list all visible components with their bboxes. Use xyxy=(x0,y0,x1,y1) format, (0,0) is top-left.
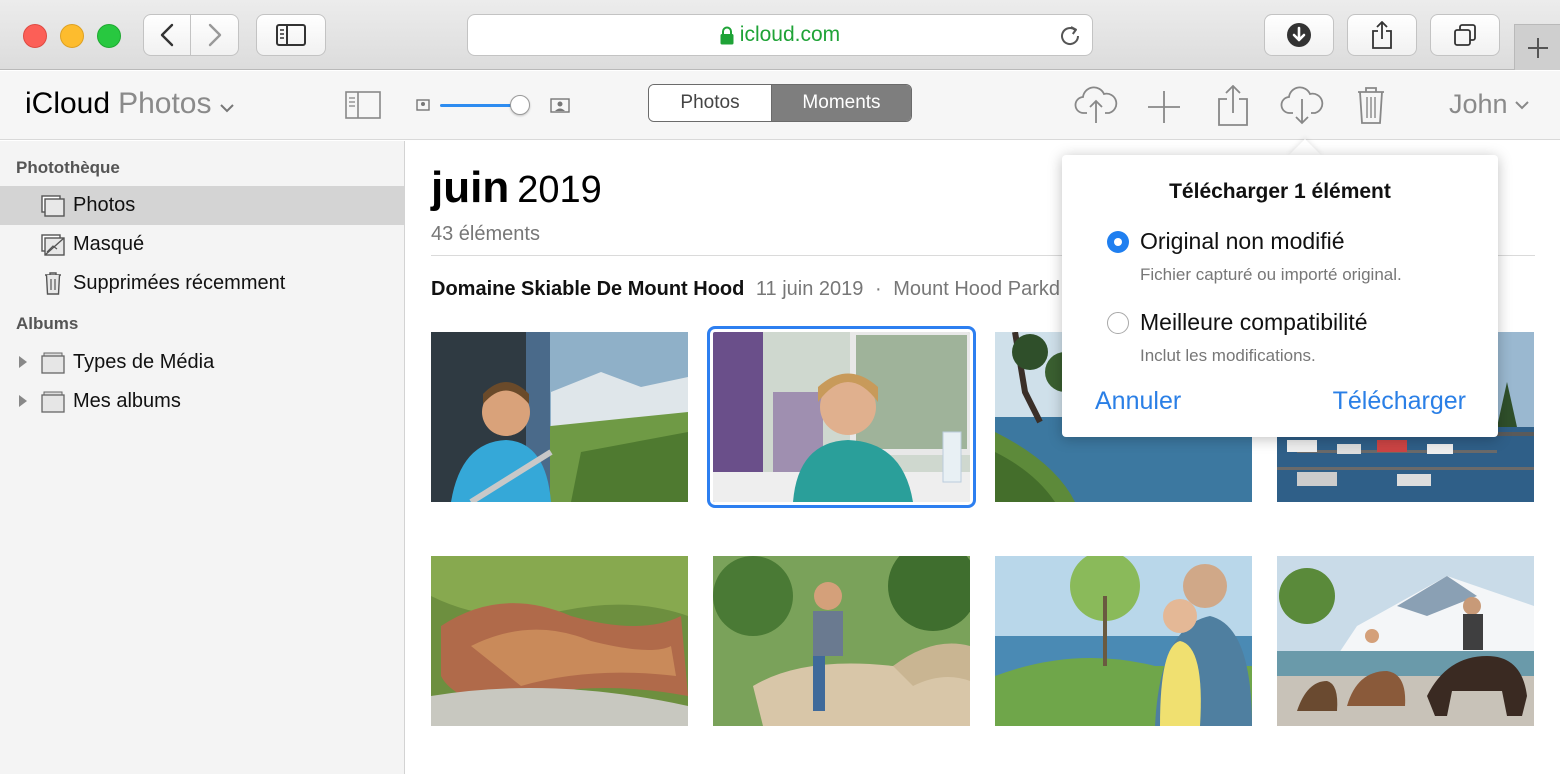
chevron-down-icon xyxy=(220,104,235,113)
reload-icon[interactable] xyxy=(1058,24,1082,48)
download-arrow-icon xyxy=(1287,23,1311,47)
month-name: juin xyxy=(431,163,510,212)
album-folder-icon xyxy=(41,352,65,374)
share-icon xyxy=(1372,21,1392,49)
app-title-menu[interactable]: iCloud Photos xyxy=(25,87,235,121)
moment-date: 11 juin 2019 xyxy=(755,278,864,300)
downloads-button[interactable] xyxy=(1264,14,1334,56)
download-popover: Télécharger 1 élément Original non modif… xyxy=(1062,155,1498,437)
add-plus-icon[interactable] xyxy=(1146,89,1182,125)
month-year: 2019 xyxy=(517,169,602,211)
forward-button[interactable] xyxy=(191,15,238,55)
product-name: Photos xyxy=(118,87,212,120)
tabs-icon xyxy=(1454,24,1476,46)
popover-arrow xyxy=(1288,139,1322,156)
photos-toolbar: iCloud Photos Photos Moments John xyxy=(0,71,1560,140)
sidebar-item-label: Supprimées récemment xyxy=(73,272,286,294)
moment-location: Mount Hood Parkd xyxy=(893,278,1060,300)
item-count: 43 éléments xyxy=(431,223,540,245)
hidden-photo-icon xyxy=(41,234,65,256)
zoom-window-button[interactable] xyxy=(97,24,121,48)
albums-section-header: Albums xyxy=(16,314,79,333)
option-original-description: Fichier capturé ou importé original. xyxy=(1140,265,1402,284)
sidebar-item-media-types[interactable]: Types de Média xyxy=(0,343,404,382)
address-bar[interactable]: icloud.com xyxy=(467,14,1093,56)
sidebar-item-my-albums[interactable]: Mes albums xyxy=(0,382,404,421)
back-button[interactable] xyxy=(144,15,192,55)
option-compatibility-description: Inclut les modifications. xyxy=(1140,346,1316,365)
photo-thumbnail[interactable] xyxy=(431,332,688,502)
sidebar-item-photos[interactable]: Photos xyxy=(0,186,404,225)
moment-header: Domaine Skiable De Mount Hood 11 juin 20… xyxy=(431,278,1060,301)
safari-sidebar-button[interactable] xyxy=(256,14,326,56)
small-thumbnail-icon xyxy=(416,99,430,111)
radio-compatibility[interactable] xyxy=(1107,312,1129,334)
photo-thumbnail[interactable] xyxy=(1277,556,1534,726)
brand-name: iCloud xyxy=(25,87,111,120)
download-cloud-icon[interactable] xyxy=(1280,85,1324,127)
show-tabs-button[interactable] xyxy=(1430,14,1500,56)
chevron-right-icon xyxy=(208,23,221,47)
cancel-button[interactable]: Annuler xyxy=(1095,387,1181,416)
sidebar-icon xyxy=(276,24,306,46)
moment-separator: · xyxy=(874,278,882,300)
user-name: John xyxy=(1449,89,1508,119)
minimize-window-button[interactable] xyxy=(60,24,84,48)
upload-cloud-icon[interactable] xyxy=(1074,85,1118,125)
lock-icon xyxy=(720,26,734,44)
album-folder-icon xyxy=(41,391,65,413)
photo-thumbnail[interactable] xyxy=(431,556,688,726)
photo-thumbnail-selected[interactable] xyxy=(707,326,976,508)
photo-thumbnail[interactable] xyxy=(713,556,970,726)
photos-stack-icon xyxy=(41,195,65,217)
segment-photos[interactable]: Photos xyxy=(649,85,772,121)
url-text: icloud.com xyxy=(739,23,841,46)
user-menu[interactable]: John xyxy=(1449,89,1530,120)
slider-track[interactable] xyxy=(440,104,520,107)
trash-icon[interactable] xyxy=(1356,85,1386,125)
chevron-left-icon xyxy=(160,23,174,47)
chevron-down-icon xyxy=(1514,100,1529,109)
photo-thumbnail[interactable] xyxy=(995,556,1252,726)
month-heading: juin 2019 xyxy=(431,163,602,213)
moment-place: Domaine Skiable De Mount Hood xyxy=(431,278,745,300)
plus-icon xyxy=(1527,37,1548,58)
new-tab-button[interactable] xyxy=(1514,24,1560,70)
sidebar-item-label: Mes albums xyxy=(73,390,181,412)
download-button[interactable]: Télécharger xyxy=(1333,387,1466,416)
sidebar-item-label: Photos xyxy=(73,194,136,216)
disclosure-triangle-icon[interactable] xyxy=(18,394,28,408)
photos-sidebar-toggle-icon[interactable] xyxy=(345,91,381,119)
sidebar-item-hidden[interactable]: Masqué xyxy=(0,225,404,264)
large-thumbnail-icon xyxy=(550,98,570,113)
radio-original[interactable] xyxy=(1107,231,1129,253)
segment-moments[interactable]: Moments xyxy=(772,85,911,121)
disclosure-triangle-icon[interactable] xyxy=(18,355,28,369)
option-compatibility-label[interactable]: Meilleure compatibilité xyxy=(1140,309,1368,336)
thumbnail-size-slider[interactable] xyxy=(416,93,570,117)
sidebar-item-label: Types de Média xyxy=(73,351,215,373)
close-window-button[interactable] xyxy=(23,24,47,48)
view-segmented-control: Photos Moments xyxy=(648,84,912,122)
sidebar-item-recently-deleted[interactable]: Supprimées récemment xyxy=(0,264,404,303)
browser-toolbar: icloud.com xyxy=(0,0,1560,70)
share-button[interactable] xyxy=(1347,14,1417,56)
photos-sidebar: Photothèque Photos Masqué Supprimées réc… xyxy=(0,141,405,774)
back-forward-group xyxy=(143,14,239,56)
sidebar-item-label: Masqué xyxy=(73,233,145,255)
trash-icon xyxy=(45,272,61,295)
share-icon[interactable] xyxy=(1216,85,1250,127)
popover-title: Télécharger 1 élément xyxy=(1169,180,1391,203)
slider-knob[interactable] xyxy=(510,95,530,115)
option-original-label[interactable]: Original non modifié xyxy=(1140,228,1345,255)
library-section-header: Photothèque xyxy=(16,158,120,177)
